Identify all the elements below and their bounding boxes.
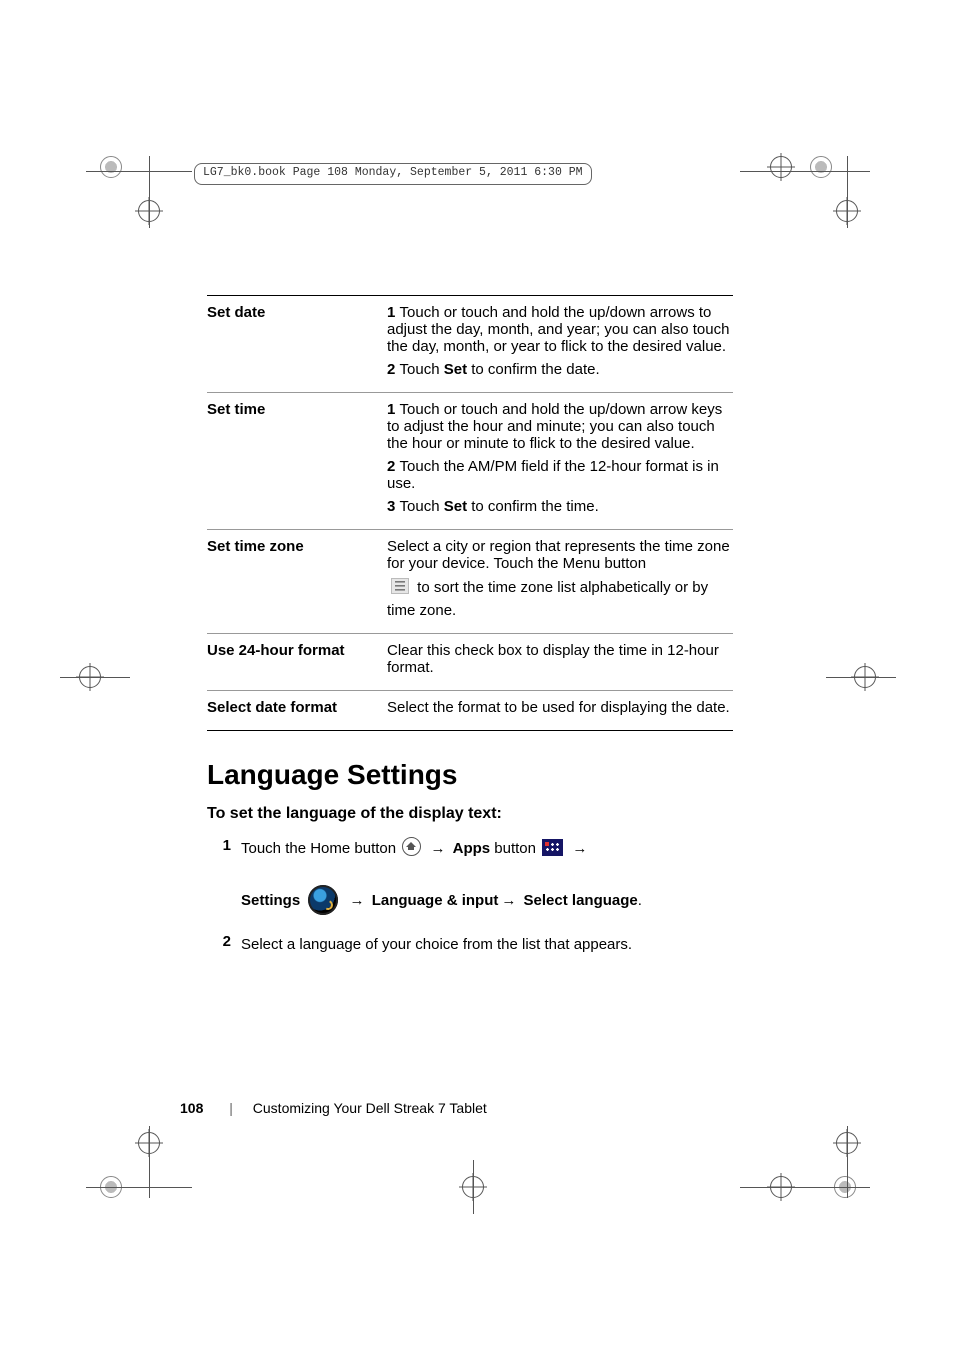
table-row: Set time zoneSelect a city or region tha… bbox=[207, 530, 733, 634]
procedure-list: 1 Touch the Home button → Apps button → … bbox=[207, 837, 733, 957]
step-number: 1 bbox=[387, 401, 400, 418]
description-line: 1 Touch or touch and hold the up/down ar… bbox=[387, 304, 733, 355]
step-text: Touch or touch and hold the up/down arro… bbox=[387, 304, 729, 355]
page-footer: 108 | Customizing Your Dell Streak 7 Tab… bbox=[180, 1100, 487, 1116]
section-title: Language Settings bbox=[207, 759, 733, 791]
setting-name: Set date bbox=[207, 296, 387, 393]
apps-label: Apps bbox=[453, 840, 491, 857]
description-line: 3 Touch Set to confirm the time. bbox=[387, 498, 733, 515]
table-row: Select date formatSelect the format to b… bbox=[207, 691, 733, 731]
reg-dot-tl bbox=[100, 156, 122, 178]
crop-line bbox=[60, 677, 130, 678]
crop-line bbox=[86, 171, 192, 172]
bold-term: Set bbox=[444, 361, 467, 378]
apps-icon bbox=[542, 839, 563, 856]
crop-line bbox=[847, 1126, 848, 1198]
arrow-icon: → bbox=[572, 840, 587, 857]
period: . bbox=[638, 892, 642, 909]
arrow-icon: → bbox=[350, 892, 365, 909]
step-number: 2 bbox=[387, 458, 400, 475]
settings-label: Settings bbox=[241, 892, 300, 909]
setting-name: Use 24-hour format bbox=[207, 634, 387, 691]
step-body: Touch the Home button → Apps button → Se… bbox=[241, 837, 733, 915]
setting-name: Set time zone bbox=[207, 530, 387, 634]
setting-name: Set time bbox=[207, 393, 387, 530]
crop-line bbox=[826, 677, 896, 678]
description-line: 2 Touch the AM/PM field if the 12-hour f… bbox=[387, 458, 733, 492]
description-line: Select the format to be used for display… bbox=[387, 699, 733, 716]
step-text: Touch or touch and hold the up/down arro… bbox=[387, 401, 722, 452]
chapter-title: Customizing Your Dell Streak 7 Tablet bbox=[253, 1100, 487, 1116]
step-number: 2 bbox=[207, 933, 241, 957]
reg-dot-tr bbox=[810, 156, 832, 178]
description-line: Clear this check box to display the time… bbox=[387, 642, 733, 676]
setting-description: Clear this check box to display the time… bbox=[387, 634, 733, 691]
settings-table: Set date1 Touch or touch and hold the up… bbox=[207, 295, 733, 731]
language-input-label: Language & input bbox=[372, 892, 499, 909]
description-line: Select a city or region that represents … bbox=[387, 538, 733, 572]
step-text: Touch the AM/PM field if the 12-hour for… bbox=[387, 458, 719, 492]
reg-mark-tr-inner bbox=[770, 156, 792, 178]
step-text: to sort the time zone list alphabeticall… bbox=[413, 579, 708, 596]
setting-description: Select a city or region that represents … bbox=[387, 530, 733, 634]
step-text: Touch the Home button bbox=[241, 840, 400, 857]
bold-term: Set bbox=[444, 498, 467, 515]
table-row: Use 24-hour formatClear this check box t… bbox=[207, 634, 733, 691]
crop-line bbox=[740, 1187, 870, 1188]
crop-line bbox=[86, 1187, 192, 1188]
crop-line bbox=[473, 1160, 474, 1214]
procedure-step-2: 2 Select a language of your choice from … bbox=[207, 933, 733, 957]
arrow-icon: → bbox=[430, 840, 445, 857]
crop-line bbox=[847, 156, 848, 228]
settings-icon bbox=[308, 885, 338, 915]
step-number: 1 bbox=[207, 837, 241, 915]
setting-description: Select the format to be used for display… bbox=[387, 691, 733, 731]
crop-line bbox=[149, 1126, 150, 1198]
step-number: 1 bbox=[387, 304, 400, 321]
procedure-heading: To set the language of the display text: bbox=[207, 805, 733, 823]
footer-separator: | bbox=[229, 1100, 233, 1116]
step-text: button bbox=[494, 840, 540, 857]
setting-description: 1 Touch or touch and hold the up/down ar… bbox=[387, 393, 733, 530]
setting-name: Select date format bbox=[207, 691, 387, 731]
step-text: Touch bbox=[400, 361, 444, 378]
table-row: Set time1 Touch or touch and hold the up… bbox=[207, 393, 733, 530]
description-line: time zone. bbox=[387, 602, 733, 619]
file-tag: LG7_bk0.book Page 108 Monday, September … bbox=[194, 163, 592, 185]
arrow-icon: → bbox=[501, 892, 516, 909]
page-number: 108 bbox=[180, 1100, 203, 1116]
crop-line bbox=[149, 156, 150, 228]
description-line: 2 Touch Set to confirm the date. bbox=[387, 361, 733, 378]
table-row: Set date1 Touch or touch and hold the up… bbox=[207, 296, 733, 393]
step-text: to confirm the date. bbox=[467, 361, 600, 378]
select-language-label: Select language bbox=[524, 892, 638, 909]
step-text: Touch bbox=[400, 498, 444, 515]
home-icon bbox=[402, 837, 421, 856]
setting-description: 1 Touch or touch and hold the up/down ar… bbox=[387, 296, 733, 393]
step-text: to confirm the time. bbox=[467, 498, 599, 515]
description-line: to sort the time zone list alphabeticall… bbox=[387, 578, 733, 596]
crop-line bbox=[740, 171, 870, 172]
page-content: Set date1 Touch or touch and hold the up… bbox=[207, 295, 733, 975]
step-number: 2 bbox=[387, 361, 400, 378]
step-number: 3 bbox=[387, 498, 400, 515]
procedure-step-1: 1 Touch the Home button → Apps button → … bbox=[207, 837, 733, 915]
description-line: 1 Touch or touch and hold the up/down ar… bbox=[387, 401, 733, 452]
menu-icon bbox=[391, 578, 409, 594]
step-body: Select a language of your choice from th… bbox=[241, 933, 733, 957]
